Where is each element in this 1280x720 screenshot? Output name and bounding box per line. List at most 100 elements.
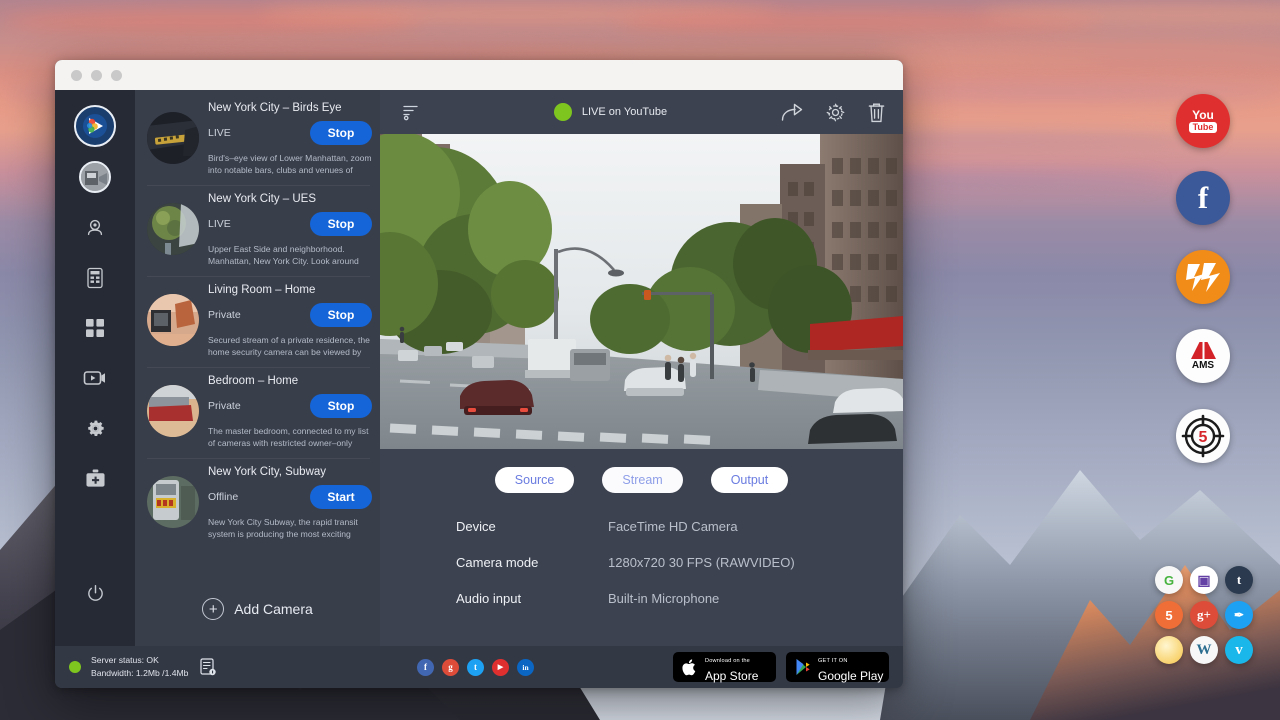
linkedin-icon[interactable]: in — [517, 659, 534, 676]
google-play-line1: GET IT ON — [818, 658, 848, 664]
topbar-actions — [781, 102, 885, 123]
camera-list-panel: New York City – Birds Eye LIVE Stop Bird… — [135, 90, 380, 646]
camera-action-button[interactable]: Stop — [310, 121, 372, 145]
google-plus-icon[interactable]: g — [442, 659, 459, 676]
window-close-button[interactable] — [71, 70, 82, 81]
main-content: LIVE on YouTube — [380, 90, 903, 646]
status-footer: Server status: OK Bandwidth: 1.2Mb /1.4M… — [55, 646, 903, 688]
youtube-label-you: You — [1192, 109, 1214, 121]
tab-source[interactable]: Source — [495, 467, 575, 493]
camera-action-button[interactable]: Start — [310, 485, 372, 509]
lightning-icon — [1184, 260, 1222, 294]
thumb-bedroom — [147, 385, 199, 437]
google-play-button[interactable]: GET IT ON Google Play — [786, 652, 889, 682]
youtube-label-tube: Tube — [1189, 122, 1218, 133]
camera-action-button[interactable]: Stop — [310, 394, 372, 418]
social-links: f g t ▶ in — [369, 659, 673, 676]
list-item[interactable]: Living Room – Home Private Stop Secured … — [135, 276, 380, 367]
sidebar-item-video[interactable] — [55, 353, 135, 403]
youtube-desktop-icon[interactable]: You Tube — [1176, 94, 1230, 148]
app-store-button[interactable]: Download on the App Store — [673, 652, 776, 682]
video-icon — [83, 369, 107, 387]
detail-value[interactable]: 1280x720 30 FPS (RAWVIDEO) — [608, 555, 795, 570]
five-icon[interactable]: 5 — [1155, 601, 1183, 629]
youtube-icon[interactable]: ▶ — [492, 659, 509, 676]
tab-output[interactable]: Output — [711, 467, 789, 493]
log-icon[interactable] — [200, 658, 216, 676]
detail-value[interactable]: FaceTime HD Camera — [608, 519, 738, 534]
twitter-icon[interactable]: ✒ — [1225, 601, 1253, 629]
camera-status: LIVE — [208, 218, 231, 230]
camera-thumbnail — [147, 294, 199, 346]
play-logo-icon — [82, 113, 108, 139]
target-five-label: 5 — [1199, 429, 1208, 446]
app-window: New York City – Birds Eye LIVE Stop Bird… — [55, 60, 903, 688]
facebook-icon[interactable]: f — [417, 659, 434, 676]
window-minimize-button[interactable] — [91, 70, 102, 81]
adobe-ams-desktop-icon[interactable]: AMS — [1176, 329, 1230, 383]
sidebar-item-settings[interactable] — [55, 403, 135, 453]
power-icon — [86, 584, 105, 603]
detail-label: Device — [456, 519, 608, 534]
sidebar-item-power[interactable] — [55, 568, 135, 618]
list-item[interactable]: New York City, Subway Offline Start New … — [135, 458, 380, 549]
camera-description: Bird's–eye view of Lower Manhattan, zoom… — [208, 152, 372, 177]
detail-label: Audio input — [456, 591, 608, 606]
list-item[interactable]: New York City – UES LIVE Stop Upper East… — [135, 185, 380, 276]
adobe-icon — [1190, 341, 1217, 360]
share-icon[interactable] — [781, 103, 803, 122]
tab-stream[interactable]: Stream — [602, 467, 682, 493]
camera-list[interactable]: New York City – Birds Eye LIVE Stop Bird… — [135, 90, 380, 576]
settings-tabs: Source Stream Output — [380, 449, 903, 503]
gear-icon[interactable] — [825, 102, 846, 123]
camera-title: New York City – Birds Eye — [208, 102, 372, 114]
camera-action-button[interactable]: Stop — [310, 303, 372, 327]
camera-description: The master bedroom, connected to my list… — [208, 425, 372, 450]
camera-status: LIVE — [208, 127, 231, 139]
server-status-line: Server status: OK — [91, 655, 159, 665]
wordpress-icon[interactable]: W — [1190, 636, 1218, 664]
app-logo[interactable] — [74, 105, 116, 147]
main-topbar: LIVE on YouTube — [380, 90, 903, 134]
app-store-line1: Download on the — [705, 658, 750, 664]
window-titlebar — [55, 60, 903, 90]
wowza-desktop-icon[interactable] — [1176, 250, 1230, 304]
sidebar-item-devices[interactable] — [55, 253, 135, 303]
camera-icon — [85, 218, 105, 238]
detail-row-device: Device FaceTime HD Camera — [456, 519, 903, 534]
target-five-desktop-icon[interactable]: 5 — [1176, 409, 1230, 463]
target-icon: 5 — [1181, 414, 1225, 458]
twitch-icon[interactable]: ▣ — [1190, 566, 1218, 594]
trash-icon[interactable] — [868, 102, 885, 123]
tumblr-icon[interactable]: t — [1225, 566, 1253, 594]
user-avatar[interactable] — [79, 161, 111, 193]
facebook-desktop-icon[interactable]: f — [1176, 171, 1230, 225]
list-item[interactable]: Bedroom – Home Private Stop The master b… — [135, 367, 380, 458]
sort-icon-button[interactable] — [380, 103, 440, 121]
bandwidth-line: Bandwidth: 1.2Mb /1.4Mb — [91, 668, 188, 678]
grabyo-icon[interactable]: G — [1155, 566, 1183, 594]
sidebar-rail — [55, 90, 135, 646]
vimeo-icon[interactable]: v — [1225, 636, 1253, 664]
list-item[interactable]: New York City – Birds Eye LIVE Stop Bird… — [135, 94, 380, 185]
sort-icon — [402, 103, 419, 121]
camera-action-button[interactable]: Stop — [310, 212, 372, 236]
camera-status: Offline — [208, 491, 238, 503]
twitter-icon[interactable]: t — [467, 659, 484, 676]
sun-icon[interactable] — [1155, 636, 1183, 664]
camera-status: Private — [208, 309, 241, 321]
sidebar-item-camera[interactable] — [55, 203, 135, 253]
window-maximize-button[interactable] — [111, 70, 122, 81]
live-status-badge: LIVE on YouTube — [440, 103, 781, 121]
thumb-subway — [147, 476, 199, 528]
add-camera-button[interactable]: + Add Camera — [135, 576, 380, 646]
server-status-dot — [69, 661, 81, 673]
video-preview[interactable] — [380, 134, 903, 449]
sidebar-item-add[interactable] — [55, 453, 135, 503]
google-plus-icon[interactable]: g+ — [1190, 601, 1218, 629]
detail-row-camera-mode: Camera mode 1280x720 30 FPS (RAWVIDEO) — [456, 555, 903, 570]
google-play-icon — [795, 658, 811, 676]
detail-value[interactable]: Built-in Microphone — [608, 591, 719, 606]
sidebar-item-dashboard[interactable] — [55, 303, 135, 353]
camera-thumbnail — [147, 203, 199, 255]
